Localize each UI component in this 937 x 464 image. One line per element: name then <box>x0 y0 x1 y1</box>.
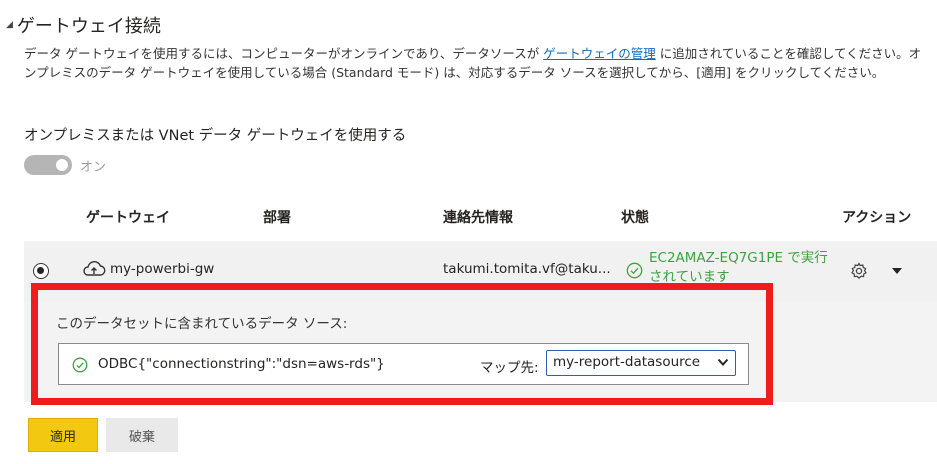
header-contact: 連絡先情報 <box>443 210 513 226</box>
gateway-name: my-powerbi-gw <box>110 261 215 277</box>
gateway-status: EC2AMAZ-EQ7G1PE で実行されています <box>649 250 828 285</box>
use-gateway-label: オンプレミスまたは VNet データ ゲートウェイを使用する <box>24 128 407 144</box>
description-text-1: データ ゲートウェイを使用するには、コンピューターがオンラインであり、データソー… <box>24 46 544 61</box>
section-title: ゲートウェイ接続 <box>16 16 161 37</box>
header-action: アクション <box>842 210 912 226</box>
section-header[interactable]: ◢ ゲートウェイ接続 <box>6 12 161 38</box>
cloud-upload-icon <box>83 261 106 276</box>
check-circle-icon <box>626 262 643 279</box>
apply-button[interactable]: 適用 <box>28 418 98 452</box>
discard-button[interactable]: 破棄 <box>106 418 178 452</box>
header-department: 部署 <box>263 210 291 226</box>
gateway-radio[interactable] <box>33 263 49 279</box>
highlight-box <box>31 283 773 405</box>
header-gateway: ゲートウェイ <box>86 210 170 226</box>
triangle-down-icon[interactable]: ◢ <box>6 20 13 30</box>
radio-dot <box>37 267 44 274</box>
header-status: 状態 <box>621 210 649 226</box>
use-gateway-toggle[interactable] <box>24 155 72 175</box>
gear-icon[interactable] <box>850 262 868 280</box>
gateway-description: データ ゲートウェイを使用するには、コンピューターがオンラインであり、データソー… <box>24 44 924 82</box>
chevron-down-icon[interactable] <box>891 267 903 275</box>
toggle-knob <box>56 159 68 171</box>
gateway-contact: takumi.tomita.vf@taku... <box>443 261 611 277</box>
manage-gateways-link[interactable]: ゲートウェイの管理 <box>543 46 656 61</box>
toggle-state-label: オン <box>80 160 107 175</box>
